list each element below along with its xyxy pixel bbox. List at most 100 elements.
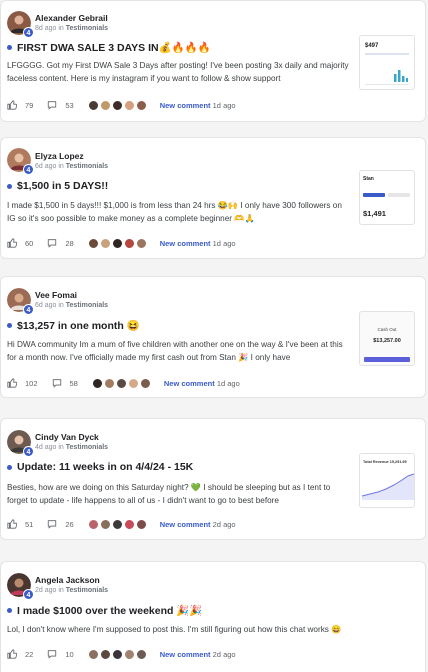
author-name[interactable]: Cindy Van Dyck xyxy=(35,432,99,442)
new-comment-link[interactable]: New comment 1d ago xyxy=(164,379,240,388)
commenter-avatar xyxy=(99,648,111,660)
category-link[interactable]: Testimonials xyxy=(66,444,108,451)
post-body[interactable]: Hi DWA community Im a mum of five childr… xyxy=(7,338,352,366)
like-button[interactable]: 22 xyxy=(7,649,33,659)
post-thumbnail[interactable]: Stan $1,491 xyxy=(359,170,415,225)
post-title-row[interactable]: $13,257 in one month 😆 xyxy=(7,319,345,332)
like-count: 51 xyxy=(25,519,34,529)
author-name[interactable]: Alexander Gebrail xyxy=(35,13,108,23)
post-card[interactable]: 4 Angela Jackson 2d ago in Testimonials … xyxy=(0,561,426,672)
post-stats: 102 58 New comment 1d ago xyxy=(7,376,419,390)
post-title[interactable]: $1,500 in 5 DAYS!! xyxy=(17,180,108,192)
unread-dot xyxy=(7,464,12,470)
commenter-avatars[interactable] xyxy=(87,99,148,111)
post-stats: 79 53 New comment 1d ago xyxy=(7,98,419,112)
comment-button[interactable]: 58 xyxy=(52,378,78,388)
commenter-avatars[interactable] xyxy=(91,377,152,389)
comment-count: 58 xyxy=(69,378,78,388)
like-button[interactable]: 102 xyxy=(7,378,38,388)
thumbnail-button xyxy=(364,357,410,362)
post-title[interactable]: $13,257 in one month 😆 xyxy=(17,319,140,332)
thumbs-up-icon xyxy=(7,649,17,659)
thumbnail-axis xyxy=(365,84,409,85)
post-card[interactable]: 4 Cindy Van Dyck 4d ago in Testimonials … xyxy=(0,418,426,540)
post-body[interactable]: LFGGGG. Got my First DWA Sale 3 Days aft… xyxy=(7,59,352,87)
thumbnail-amount: $1,491 xyxy=(363,209,386,218)
comment-icon xyxy=(48,650,57,659)
level-badge: 4 xyxy=(23,446,34,457)
post-stats: 60 28 New comment 1d ago xyxy=(7,236,419,250)
post-feed: 4 Alexander Gebrail 8d ago in Testimonia… xyxy=(0,0,428,672)
thumbnail-line xyxy=(365,53,409,55)
post-meta: 6d ago in Testimonials xyxy=(35,163,109,170)
post-title-row[interactable]: FIRST DWA SALE 3 DAYS IN💰🔥🔥🔥 xyxy=(7,41,345,54)
unread-dot xyxy=(7,608,12,613)
post-card[interactable]: 4 Elyza Lopez 6d ago in Testimonials $1,… xyxy=(0,137,426,259)
new-comment-link[interactable]: New comment 2d ago xyxy=(160,520,236,529)
new-comment-link[interactable]: New comment 1d ago xyxy=(160,239,236,248)
new-comment-link[interactable]: New comment 2d ago xyxy=(160,650,236,659)
comment-button[interactable]: 28 xyxy=(47,238,74,248)
new-comment-link[interactable]: New comment 1d ago xyxy=(160,101,236,110)
like-button[interactable]: 51 xyxy=(7,519,33,529)
commenter-avatars[interactable] xyxy=(87,237,148,249)
commenter-avatar xyxy=(135,237,147,249)
level-badge: 4 xyxy=(23,164,34,175)
commenter-avatars[interactable] xyxy=(87,648,148,660)
post-body[interactable]: Besties, how are we doing on this Saturd… xyxy=(7,481,352,509)
author-name[interactable]: Vee Fomai xyxy=(35,290,77,300)
author-avatar[interactable]: 4 xyxy=(7,573,34,600)
comment-button[interactable]: 53 xyxy=(47,100,74,110)
thumbnail-bars xyxy=(394,70,408,82)
post-thumbnail[interactable]: Cash Out $13,257.00 xyxy=(359,311,415,366)
commenter-avatar xyxy=(139,377,151,389)
commenter-avatar xyxy=(123,518,135,530)
commenter-avatar xyxy=(87,648,99,660)
commenter-avatar xyxy=(87,237,99,249)
commenter-avatar xyxy=(115,377,127,389)
comment-icon xyxy=(48,520,57,529)
comment-icon xyxy=(52,379,61,388)
post-title-row[interactable]: Update: 11 weeks in on 4/4/24 - 15K xyxy=(7,461,345,473)
comment-count: 53 xyxy=(65,100,74,110)
unread-dot xyxy=(7,323,12,328)
post-title-row[interactable]: $1,500 in 5 DAYS!! xyxy=(7,180,345,192)
post-body[interactable]: I made $1,500 in 5 days!!! $1,000 is fro… xyxy=(7,199,352,227)
post-title[interactable]: Update: 11 weeks in on 4/4/24 - 15K xyxy=(17,461,193,473)
thumbnail-area-chart xyxy=(362,473,414,500)
category-link[interactable]: Testimonials xyxy=(66,302,108,309)
author-avatar[interactable]: 4 xyxy=(7,11,34,38)
post-thumbnail[interactable]: Total Revenue 15,291.95 xyxy=(359,453,415,508)
thumbs-up-icon xyxy=(7,238,17,248)
author-name[interactable]: Elyza Lopez xyxy=(35,151,84,161)
category-link[interactable]: Testimonials xyxy=(66,163,108,170)
commenter-avatar xyxy=(91,377,103,389)
post-title-row[interactable]: I made $1000 over the weekend 🎉🎉 xyxy=(7,604,415,617)
thumbnail-amount: $13,257.00 xyxy=(373,338,401,344)
like-button[interactable]: 60 xyxy=(7,238,33,248)
commenter-avatar xyxy=(111,237,123,249)
comment-button[interactable]: 26 xyxy=(47,519,74,529)
author-avatar[interactable]: 4 xyxy=(7,148,34,175)
commenter-avatar xyxy=(87,99,99,111)
category-link[interactable]: Testimonials xyxy=(66,25,108,32)
like-button[interactable]: 79 xyxy=(7,100,33,110)
post-body[interactable]: Lol, I don't know where I'm supposed to … xyxy=(7,623,421,637)
post-title[interactable]: I made $1000 over the weekend 🎉🎉 xyxy=(17,604,202,617)
post-thumbnail[interactable]: $497 xyxy=(359,35,415,90)
thumbnail-tab xyxy=(363,193,385,197)
post-stats: 51 26 New comment 2d ago xyxy=(7,517,419,531)
post-card[interactable]: 4 Alexander Gebrail 8d ago in Testimonia… xyxy=(0,0,426,122)
author-name[interactable]: Angela Jackson xyxy=(35,575,100,585)
author-avatar[interactable]: 4 xyxy=(7,288,34,315)
comment-count: 28 xyxy=(65,238,74,248)
author-avatar[interactable]: 4 xyxy=(7,430,34,457)
comment-button[interactable]: 10 xyxy=(47,649,74,659)
post-card[interactable]: 4 Vee Fomai 6d ago in Testimonials $13,2… xyxy=(0,276,426,398)
post-title[interactable]: FIRST DWA SALE 3 DAYS IN💰🔥🔥🔥 xyxy=(17,41,211,54)
category-link[interactable]: Testimonials xyxy=(66,587,108,594)
commenter-avatar xyxy=(111,99,123,111)
level-badge: 4 xyxy=(23,589,34,600)
commenter-avatars[interactable] xyxy=(87,518,148,530)
unread-dot xyxy=(7,183,12,189)
